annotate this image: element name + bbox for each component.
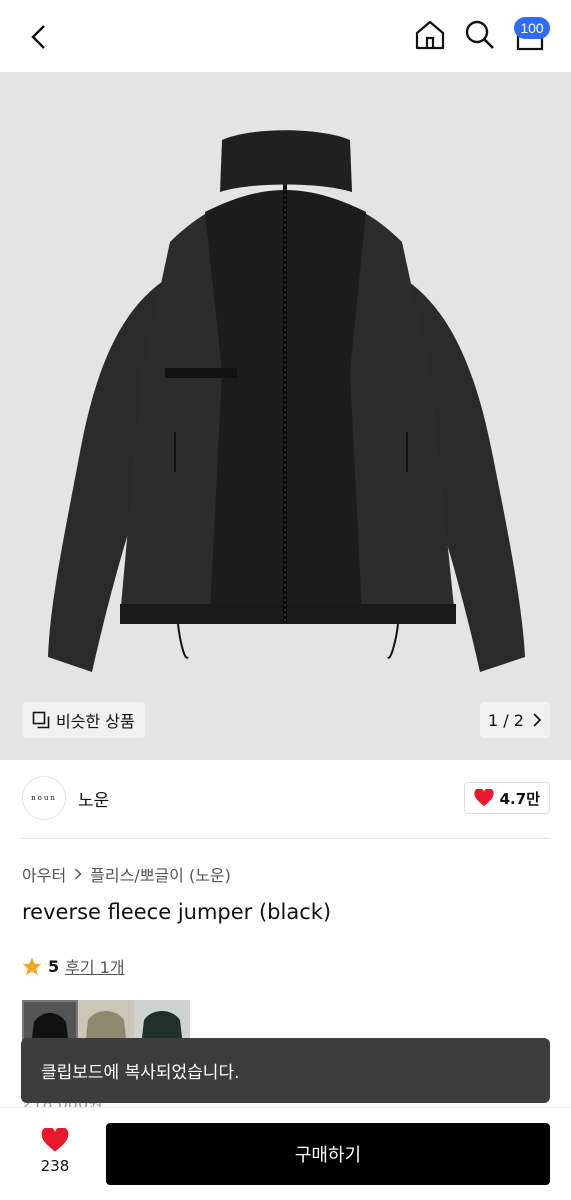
brand-logo[interactable]: noun [22, 776, 66, 820]
breadcrumb: 아우터 플리스/뽀글이 (노운) [22, 862, 231, 886]
top-bar: 100 [0, 0, 571, 72]
star-icon [22, 957, 42, 975]
rating-row[interactable]: 5 후기 1개 [22, 954, 125, 978]
cart-count-badge: 100 [514, 17, 550, 39]
chevron-right-icon [533, 713, 542, 727]
heart-icon [41, 1127, 69, 1152]
review-link[interactable]: 후기 1개 [65, 954, 124, 978]
search-icon [465, 20, 494, 49]
heart-icon [474, 789, 494, 806]
search-button[interactable] [463, 18, 497, 52]
brand-row[interactable]: noun 노운 4.7만 [22, 776, 550, 822]
copy-icon [32, 711, 50, 729]
back-button[interactable] [24, 22, 54, 52]
pager-text: 1 / 2 [488, 710, 524, 730]
brand-like-count: 4.7만 [499, 789, 540, 808]
breadcrumb-category[interactable]: 아우터 [22, 862, 66, 886]
jacket-image [48, 130, 525, 672]
home-icon [415, 20, 445, 50]
image-pager[interactable]: 1 / 2 [480, 702, 550, 738]
product-title: reverse fleece jumper (black) [22, 900, 332, 924]
divider [22, 838, 550, 839]
toast-message: 클립보드에 복사되었습니다. [21, 1038, 550, 1103]
rating-score: 5 [48, 956, 60, 976]
buy-button[interactable]: 구매하기 [106, 1123, 550, 1185]
product-image[interactable] [0, 72, 571, 760]
buy-button-label: 구매하기 [294, 1145, 362, 1166]
home-button[interactable] [413, 18, 447, 52]
similar-products-label: 비슷한 상품 [56, 712, 135, 731]
brand-like-button[interactable]: 4.7만 [463, 782, 550, 814]
breadcrumb-subcategory[interactable]: 플리스/뽀글이 (노운) [90, 862, 231, 886]
brand-name[interactable]: 노운 [78, 786, 109, 811]
toast-text: 클립보드에 복사되었습니다. [41, 1063, 240, 1083]
chevron-right-icon [75, 868, 82, 880]
similar-products-button[interactable]: 비슷한 상품 [22, 702, 145, 738]
chevron-left-icon [31, 25, 45, 49]
wishlist-button[interactable]: 238 [22, 1120, 88, 1182]
wishlist-count: 238 [40, 1156, 70, 1175]
brand-logo-text: noun [31, 794, 57, 802]
